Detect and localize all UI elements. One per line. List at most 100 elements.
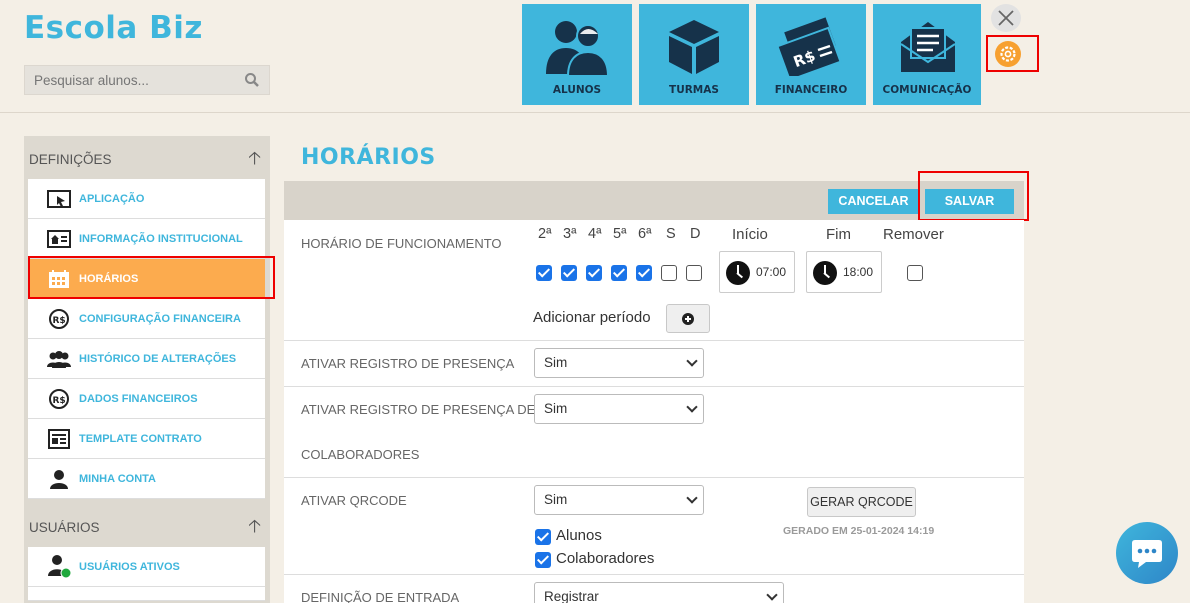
day-checkbox-2[interactable] [536, 265, 552, 281]
presence-select[interactable]: Sim [534, 348, 704, 378]
gear-icon [1000, 46, 1016, 62]
tile-label: TURMAS [669, 84, 719, 96]
chat-button[interactable] [1116, 522, 1178, 584]
sidebar-item-usuarios-ativos[interactable]: USUÁRIOS ATIVOS [28, 547, 265, 587]
day-label: 3ª [563, 226, 577, 242]
day-label: 4ª [588, 226, 602, 242]
day-checkbox-d[interactable] [686, 265, 702, 281]
start-header: Início [732, 226, 768, 243]
qrcode-generated-info: GERADO EM 25-01-2024 14:19 [783, 525, 935, 537]
sidebar-item-configuracao-financeira[interactable]: R$ CONFIGURAÇÃO FINANCEIRA [28, 299, 265, 339]
usuarios-menu: USUÁRIOS ATIVOS [28, 547, 265, 601]
entry-select[interactable]: Registrar [534, 582, 784, 603]
schedule-form: HORÁRIO DE FUNCIONAMENTO 2ª 3ª 4ª 5ª 6ª … [284, 220, 1024, 603]
money-circle-icon: R$ [49, 389, 69, 409]
group-icon [47, 351, 71, 368]
generate-qrcode-button[interactable]: GERAR QRCODE [807, 487, 916, 517]
day-label: S [666, 226, 676, 242]
row-divider [284, 574, 1024, 575]
sidebar-item-label: USUÁRIOS ATIVOS [79, 560, 180, 573]
sidebar-item-dados-financeiros[interactable]: R$ DADOS FINANCEIROS [28, 379, 265, 419]
collapse-arrow-icon[interactable]: 🡡 [248, 514, 261, 544]
day-checkbox-6[interactable] [636, 265, 652, 281]
tile-label: FINANCEIRO [774, 84, 848, 96]
qrcode-students-label: Alunos [556, 527, 602, 544]
svg-text:R$: R$ [53, 396, 66, 406]
nav-tile-turmas[interactable]: TURMAS [639, 4, 749, 105]
nav-tile-comunicacao[interactable]: COMUNICAÇÃO [873, 4, 981, 105]
qrcode-select[interactable]: Sim [534, 485, 704, 515]
settings-button[interactable] [995, 41, 1021, 67]
envelope-icon [900, 22, 956, 72]
add-period-label: Adicionar período [533, 309, 651, 326]
qrcode-label: ATIVAR QRCODE [301, 493, 407, 508]
chevron-down-icon [686, 492, 698, 504]
cancel-button[interactable]: CANCELAR [828, 189, 919, 214]
day-label: D [690, 226, 701, 242]
user-icon [50, 470, 68, 489]
row-divider [284, 386, 1024, 387]
box-icon [669, 20, 719, 74]
end-time-value: 18:00 [843, 265, 874, 279]
sidebar-item-label: MINHA CONTA [79, 472, 156, 485]
row-divider [284, 477, 1024, 478]
remove-header: Remover [883, 226, 944, 243]
students-icon [546, 21, 610, 76]
collab-presence-label-cont: COLABORADORES [301, 447, 420, 462]
close-button[interactable] [991, 4, 1021, 32]
qrcode-students-checkbox[interactable] [535, 529, 551, 545]
section-title-definicoes: DEFINIÇÕES [29, 152, 112, 167]
sidebar-item-template-contrato[interactable]: TEMPLATE CONTRATO [28, 419, 265, 459]
day-label: 6ª [638, 226, 652, 242]
day-checkbox-s[interactable] [661, 265, 677, 281]
clock-icon [813, 261, 837, 285]
chevron-down-icon [686, 355, 698, 367]
cursor-window-icon [47, 190, 71, 208]
search-icon[interactable] [244, 72, 260, 92]
chat-bubble-icon [1132, 540, 1162, 568]
sidebar-item-label: TEMPLATE CONTRATO [79, 432, 202, 445]
header-divider [0, 112, 1190, 113]
sidebar-item-historico[interactable]: HISTÓRICO DE ALTERAÇÕES [28, 339, 265, 379]
close-icon [998, 10, 1014, 26]
search-input[interactable] [25, 66, 235, 94]
chevron-down-icon [766, 589, 778, 601]
sidebar-item-partial[interactable] [28, 587, 265, 601]
add-period-button[interactable] [666, 304, 710, 333]
nav-tile-alunos[interactable]: ALUNOS [522, 4, 632, 105]
money-circle-icon: R$ [49, 309, 69, 329]
clock-icon [726, 261, 750, 285]
form-toolbar: CANCELAR SALVAR [284, 181, 1024, 220]
chevron-down-icon [686, 401, 698, 413]
tile-label: ALUNOS [552, 84, 602, 96]
nav-tile-financeiro[interactable]: R$ FINANCEIRO [756, 4, 866, 105]
presence-value: Sim [544, 355, 568, 370]
section-title-usuarios: USUÁRIOS [29, 520, 100, 535]
sidebar-item-label: CONFIGURAÇÃO FINANCEIRA [79, 312, 241, 325]
settings-highlight [986, 35, 1039, 72]
day-checkbox-5[interactable] [611, 265, 627, 281]
svg-text:R$: R$ [53, 316, 66, 326]
entry-value: Registrar [544, 589, 599, 603]
definicoes-menu: APLICAÇÃO INFORMAÇÃO INSTITUCIONAL HORÁR… [28, 179, 265, 499]
collab-presence-select[interactable]: Sim [534, 394, 704, 424]
presence-label: ATIVAR REGISTRO DE PRESENÇA [301, 356, 515, 371]
plus-circle-icon [682, 313, 694, 325]
tile-label: COMUNICAÇÃO [882, 84, 972, 96]
sidebar-item-aplicacao[interactable]: APLICAÇÃO [28, 179, 265, 219]
sidebar-item-minha-conta[interactable]: MINHA CONTA [28, 459, 265, 499]
page-title: HORÁRIOS [301, 145, 436, 170]
entry-label: DEFINIÇÃO DE ENTRADA [301, 590, 460, 603]
collapse-arrow-icon[interactable]: 🡡 [248, 146, 261, 176]
sidebar-item-label: DADOS FINANCEIROS [79, 392, 198, 405]
start-time-input[interactable]: 07:00 [719, 251, 795, 293]
active-user-icon [48, 555, 71, 578]
day-checkbox-3[interactable] [561, 265, 577, 281]
end-time-input[interactable]: 18:00 [806, 251, 882, 293]
remove-checkbox[interactable] [907, 265, 923, 281]
day-label: 5ª [613, 226, 627, 242]
sidebar-item-informacao-institucional[interactable]: INFORMAÇÃO INSTITUCIONAL [28, 219, 265, 259]
day-checkbox-4[interactable] [586, 265, 602, 281]
qrcode-collaborators-checkbox[interactable] [535, 552, 551, 568]
sidebar: DEFINIÇÕES 🡡 APLICAÇÃO INFORMAÇÃO INSTIT… [24, 136, 270, 603]
